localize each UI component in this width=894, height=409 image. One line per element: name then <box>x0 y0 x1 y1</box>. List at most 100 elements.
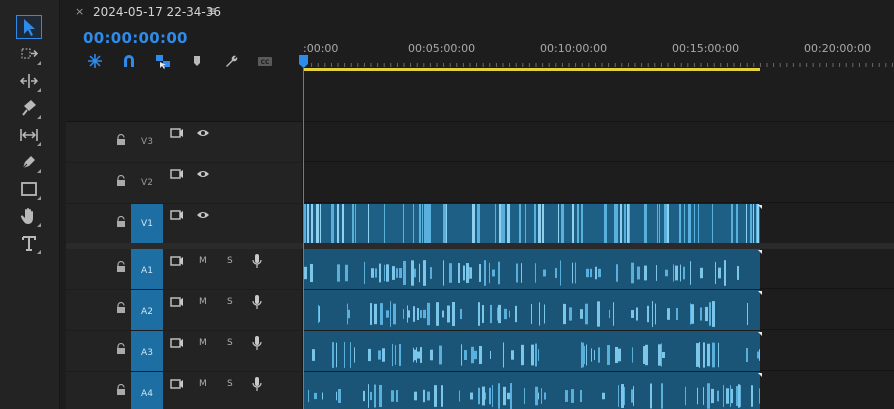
toggle-output-eye-icon[interactable] <box>196 169 210 179</box>
voice-over-mic-icon[interactable] <box>252 254 262 268</box>
sync-lock-icon[interactable] <box>170 168 184 180</box>
sync-lock-icon[interactable] <box>170 127 184 139</box>
track-header: A2 M S <box>66 290 303 330</box>
ruler-label: 00:05:00:00 <box>408 42 476 55</box>
audio-clips[interactable] <box>304 372 760 409</box>
tab-close-icon[interactable]: × <box>75 5 84 18</box>
track-lock-icon[interactable] <box>116 384 126 396</box>
snap-magnet-icon <box>124 55 134 67</box>
work-area-bar[interactable] <box>303 68 760 71</box>
ruler-label: 00:10:00:00 <box>540 42 608 55</box>
clip-end-marker <box>758 373 762 377</box>
sync-lock-icon[interactable] <box>170 209 184 221</box>
track-lock-icon[interactable] <box>116 343 126 355</box>
clip-end-marker <box>758 205 762 209</box>
track-select-forward-tool-icon <box>21 48 39 59</box>
track-header: A3 M S <box>66 331 303 371</box>
voice-over-mic-icon[interactable] <box>252 295 262 309</box>
video-track-v3: V3 <box>66 122 894 162</box>
audio-clips[interactable] <box>304 290 760 330</box>
hand-tool-button[interactable] <box>16 204 42 228</box>
linked-selection-icon <box>156 55 170 69</box>
track-header: V3 <box>66 122 303 162</box>
sequence-tab-title[interactable]: 2024-05-17 22-34-36 <box>93 5 221 19</box>
ripple-edit-tool-button[interactable] <box>16 69 42 93</box>
track-select-forward-tool-button[interactable] <box>16 42 42 66</box>
tools-panel <box>0 0 60 409</box>
audio-clips[interactable] <box>304 331 760 371</box>
timeline-panel: × 2024-05-17 22-34-36 ≡ 00:00:00:00 CC :… <box>66 0 894 409</box>
voice-over-mic-icon[interactable] <box>252 377 262 391</box>
track-name: V1 <box>141 219 153 229</box>
panel-menu-icon[interactable]: ≡ <box>207 4 217 18</box>
sync-lock-icon[interactable] <box>170 337 184 349</box>
solo-button[interactable]: S <box>227 297 233 307</box>
sync-lock-icon[interactable] <box>170 255 184 267</box>
solo-button[interactable]: S <box>227 379 233 389</box>
type-tool-icon <box>22 236 36 251</box>
clip-end-marker <box>758 250 762 254</box>
ruler-label: 00:20:00:00 <box>804 42 872 55</box>
solo-button[interactable]: S <box>227 338 233 348</box>
track-header: A4 M S <box>66 372 303 409</box>
ripple-edit-tool-icon <box>19 74 39 88</box>
hand-tool-icon <box>20 208 33 224</box>
ruler-label: :00:00 <box>303 42 339 55</box>
selection-tool-button[interactable] <box>16 15 42 39</box>
pen-tool-icon <box>22 156 35 169</box>
track-name: V2 <box>141 178 153 188</box>
audio-track-a4: A4 M S <box>66 372 894 409</box>
type-tool-button[interactable] <box>16 231 42 255</box>
playhead-handle[interactable] <box>299 55 308 68</box>
audio-track-a1: A1 M S <box>66 249 894 289</box>
solo-button[interactable]: S <box>227 256 233 266</box>
nest-sequence-button[interactable] <box>87 53 103 69</box>
timeline-settings-wrench-icon <box>226 55 238 67</box>
audio-track-a3: A3 M S <box>66 331 894 371</box>
track-lock-icon[interactable] <box>116 261 126 273</box>
voice-over-mic-icon[interactable] <box>252 336 262 350</box>
video-clips[interactable] <box>304 204 760 244</box>
linked-selection-button[interactable] <box>155 53 171 69</box>
timeline-settings-button[interactable] <box>223 53 239 69</box>
ruler-label: 00:15:00:00 <box>672 42 740 55</box>
rectangle-tool-button[interactable] <box>16 177 42 201</box>
mute-button[interactable]: M <box>199 256 207 266</box>
nest-sequence-icon <box>88 54 102 68</box>
time-ruler[interactable]: :00:00 00:05:00:00 00:10:00:00 00:15:00:… <box>303 36 894 72</box>
clip-end-marker <box>758 332 762 336</box>
track-lock-icon[interactable] <box>116 302 126 314</box>
rectangle-tool-icon <box>21 182 37 196</box>
track-lock-icon[interactable] <box>116 216 126 228</box>
sync-lock-icon[interactable] <box>170 378 184 390</box>
slip-tool-button[interactable] <box>16 123 42 147</box>
track-name: V3 <box>141 137 153 147</box>
svg-text:CC: CC <box>261 59 270 66</box>
mute-button[interactable]: M <box>199 297 207 307</box>
sync-lock-icon[interactable] <box>170 296 184 308</box>
track-header: V1 <box>66 204 303 244</box>
mute-button[interactable]: M <box>199 338 207 348</box>
clip-end-marker <box>758 291 762 295</box>
snap-button[interactable] <box>121 53 137 69</box>
playhead-timecode[interactable]: 00:00:00:00 <box>83 29 188 47</box>
audio-clips[interactable] <box>304 249 760 289</box>
toggle-output-eye-icon[interactable] <box>196 128 210 138</box>
add-marker-button[interactable] <box>189 53 205 69</box>
mute-button[interactable]: M <box>199 379 207 389</box>
toggle-output-eye-icon[interactable] <box>196 210 210 220</box>
track-lock-icon[interactable] <box>116 134 126 146</box>
razor-tool-icon <box>22 100 36 116</box>
playhead-line[interactable] <box>303 68 304 409</box>
track-name: A3 <box>141 348 153 358</box>
razor-tool-button[interactable] <box>16 96 42 120</box>
sequence-tab[interactable]: × 2024-05-17 22-34-36 ≡ <box>66 0 894 26</box>
selection-tool-icon <box>24 19 35 36</box>
video-track-v1: V1 <box>66 204 894 244</box>
track-lock-icon[interactable] <box>116 175 126 187</box>
track-area-empty <box>66 72 894 122</box>
video-track-v2: V2 <box>66 163 894 203</box>
track-name: A4 <box>141 389 153 399</box>
captions-button[interactable]: CC <box>257 53 273 69</box>
pen-tool-button[interactable] <box>16 150 42 174</box>
